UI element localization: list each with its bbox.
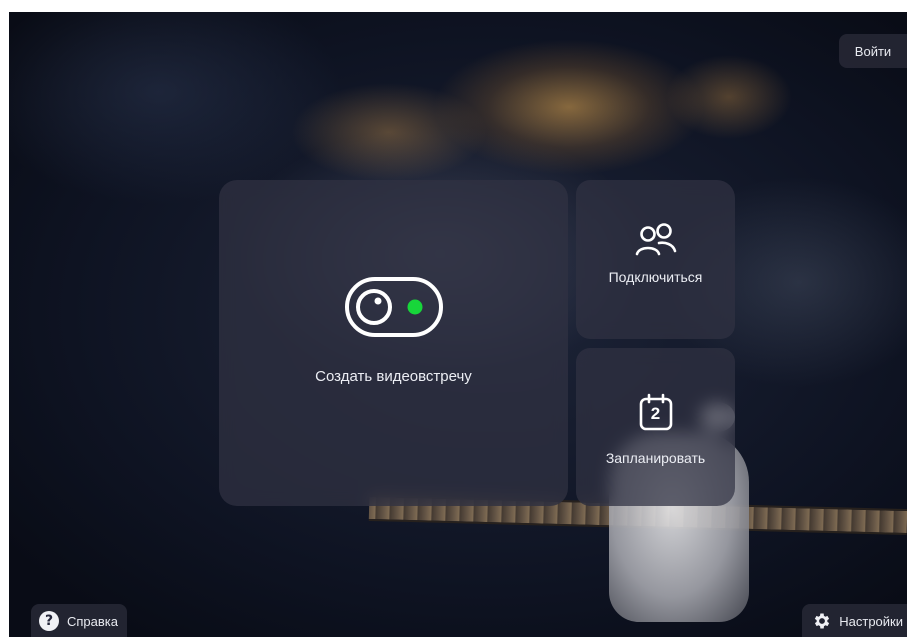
settings-label: Настройки	[839, 613, 903, 629]
join-card[interactable]: Подключиться	[576, 180, 735, 339]
create-meeting-label: Создать видеовстречу	[315, 367, 472, 385]
calendar-day: 2	[650, 404, 661, 423]
question-circle-icon: ?	[39, 611, 59, 631]
join-label: Подключиться	[608, 268, 703, 285]
create-meeting-card[interactable]: Создать видеовстречу	[219, 180, 568, 506]
schedule-card[interactable]: 2 Запланировать	[576, 348, 735, 506]
people-icon	[635, 222, 676, 255]
login-label: Войти	[854, 43, 892, 59]
settings-button[interactable]: Настройки	[802, 604, 907, 637]
login-button[interactable]: Войти	[839, 34, 907, 68]
camera-toggle-icon	[344, 276, 443, 337]
gear-icon	[815, 613, 830, 629]
calendar-icon: 2	[638, 392, 674, 432]
background-earth-image: Войти Создать видеовстречу Подключиться …	[9, 12, 907, 637]
help-button[interactable]: ? Справка	[31, 604, 127, 637]
help-label: Справка	[67, 613, 118, 629]
schedule-label: Запланировать	[605, 450, 706, 466]
